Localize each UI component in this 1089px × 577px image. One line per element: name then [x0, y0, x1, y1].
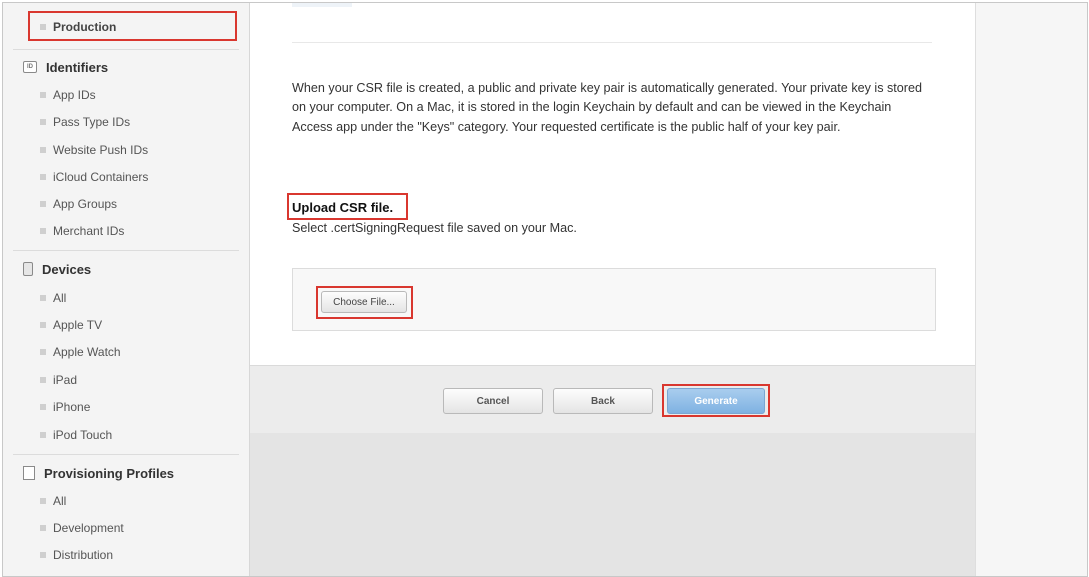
sidebar-item-label: iPad	[53, 372, 78, 387]
sidebar-item-app-groups[interactable]: App Groups	[3, 190, 249, 217]
sidebar-item-label: Development	[53, 520, 124, 535]
sidebar-item-icloud-containers[interactable]: iCloud Containers	[3, 163, 249, 190]
sidebar-item-label: Merchant IDs	[53, 223, 125, 238]
browser-frame: Production ID Identifiers App IDs Pass T…	[2, 2, 1088, 577]
sidebar-heading-label: Provisioning Profiles	[44, 465, 175, 481]
sidebar-item-app-ids[interactable]: App IDs	[3, 81, 249, 108]
file-upload-panel: Choose File...	[292, 268, 936, 331]
document-icon	[23, 466, 35, 480]
bullet-icon	[40, 91, 46, 98]
action-bar: Cancel Back Generate	[250, 365, 975, 434]
right-gutter	[975, 3, 1087, 576]
sidebar-item-pass-type-ids[interactable]: Pass Type IDs	[3, 108, 249, 135]
divider	[292, 42, 932, 43]
upload-csr-subtitle: Select .certSigningRequest file saved on…	[292, 221, 577, 235]
top-tab-fragment	[292, 3, 352, 7]
bullet-icon	[40, 118, 46, 125]
highlight-box-choose-file	[316, 286, 413, 319]
content-card: When your CSR file is created, a public …	[250, 3, 975, 365]
sidebar-item-label: Apple Watch	[53, 344, 121, 359]
bullet-icon	[40, 227, 46, 234]
sidebar-item-merchant-ids[interactable]: Merchant IDs	[3, 217, 249, 244]
sidebar-item-label: All	[53, 493, 67, 508]
sidebar-divider	[13, 454, 239, 455]
bullet-icon	[40, 403, 46, 410]
sidebar-item-label: iCloud Containers	[53, 169, 149, 184]
sidebar-item-devices-all[interactable]: All	[3, 284, 249, 311]
cancel-button[interactable]: Cancel	[443, 388, 543, 414]
bullet-icon	[40, 376, 46, 383]
sidebar-item-profiles-all[interactable]: All	[3, 487, 249, 514]
sidebar-section-identifiers[interactable]: ID Identifiers	[3, 53, 249, 81]
sidebar-item-label: App Groups	[53, 196, 118, 211]
bullet-icon	[40, 497, 46, 504]
bullet-icon	[40, 146, 46, 153]
sidebar-item-iphone[interactable]: iPhone	[3, 393, 249, 420]
empty-lower-area	[250, 433, 975, 576]
sidebar-divider	[13, 49, 239, 50]
bullet-icon	[40, 431, 46, 438]
sidebar-item-ipad[interactable]: iPad	[3, 366, 249, 393]
sidebar-item-ipod-touch[interactable]: iPod Touch	[3, 421, 249, 448]
id-card-icon: ID	[23, 61, 37, 73]
sidebar-item-apple-tv[interactable]: Apple TV	[3, 311, 249, 338]
bullet-icon	[40, 321, 46, 328]
sidebar-item-development[interactable]: Development	[3, 514, 249, 541]
sidebar-item-label: Website Push IDs	[53, 142, 149, 157]
sidebar-section-devices[interactable]: Devices	[3, 255, 249, 283]
main-panel: When your CSR file is created, a public …	[250, 3, 975, 576]
sidebar-item-website-push-ids[interactable]: Website Push IDs	[3, 136, 249, 163]
sidebar-item-label: Distribution	[53, 547, 114, 562]
sidebar-item-label: iPod Touch	[53, 427, 113, 442]
sidebar-heading-label: Identifiers	[46, 59, 109, 75]
sidebar-heading-label: Devices	[42, 261, 92, 277]
sidebar-item-distribution[interactable]: Distribution	[3, 541, 249, 568]
bullet-icon	[40, 173, 46, 180]
sidebar-item-label: All	[53, 290, 67, 305]
back-button[interactable]: Back	[553, 388, 653, 414]
highlight-box-production	[28, 11, 237, 41]
csr-description: When your CSR file is created, a public …	[292, 81, 923, 134]
sidebar-divider	[13, 250, 239, 251]
highlight-box-generate	[662, 384, 770, 417]
device-icon	[23, 262, 33, 276]
bullet-icon	[40, 524, 46, 531]
highlight-box-upload-title	[287, 193, 408, 220]
bullet-icon	[40, 200, 46, 207]
sidebar-item-label: Pass Type IDs	[53, 114, 131, 129]
sidebar-section-provisioning-profiles[interactable]: Provisioning Profiles	[3, 459, 249, 487]
sidebar-item-label: iPhone	[53, 399, 91, 414]
sidebar-item-apple-watch[interactable]: Apple Watch	[3, 338, 249, 365]
bullet-icon	[40, 551, 46, 558]
sidebar: Production ID Identifiers App IDs Pass T…	[3, 3, 250, 576]
sidebar-item-label: Apple TV	[53, 317, 103, 332]
bullet-icon	[40, 294, 46, 301]
sidebar-item-label: App IDs	[53, 87, 96, 102]
bullet-icon	[40, 348, 46, 355]
